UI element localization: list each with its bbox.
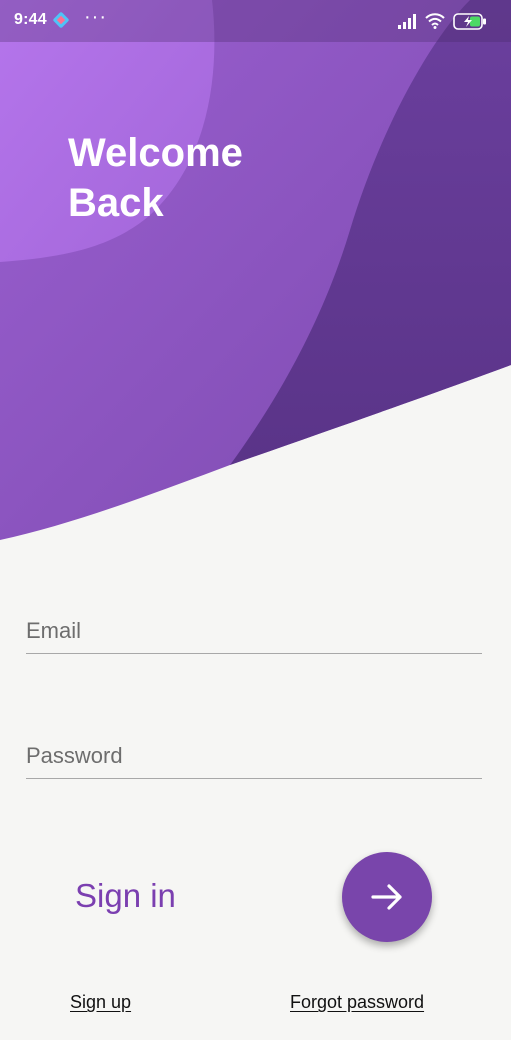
forgot-password-link[interactable]: Forgot password <box>290 992 424 1013</box>
password-field-container <box>26 734 482 779</box>
app-icon <box>53 12 69 28</box>
signal-icon <box>398 14 416 29</box>
status-bar: 9:44 ··· <box>0 0 511 42</box>
email-field-container <box>26 609 482 654</box>
header-wave-background <box>0 0 511 540</box>
welcome-title-line-2: Back <box>68 181 164 225</box>
password-field[interactable] <box>26 734 482 778</box>
welcome-title-line-1: Welcome <box>68 131 243 175</box>
wifi-icon <box>425 13 445 29</box>
arrow-right-icon <box>371 884 402 910</box>
email-field[interactable] <box>26 609 482 653</box>
status-time: 9:44 <box>14 11 47 28</box>
login-screen: 9:44 ··· Welcome Back Email Sign in Sign… <box>0 0 511 1040</box>
more-notifications-indicator: ··· <box>84 6 107 28</box>
welcome-title: Welcome Back <box>68 128 243 228</box>
sign-up-link[interactable]: Sign up <box>70 992 131 1013</box>
sign-in-label: Sign in <box>75 877 176 914</box>
battery-charging-icon <box>453 13 486 30</box>
sign-in-submit-button[interactable] <box>342 852 432 942</box>
